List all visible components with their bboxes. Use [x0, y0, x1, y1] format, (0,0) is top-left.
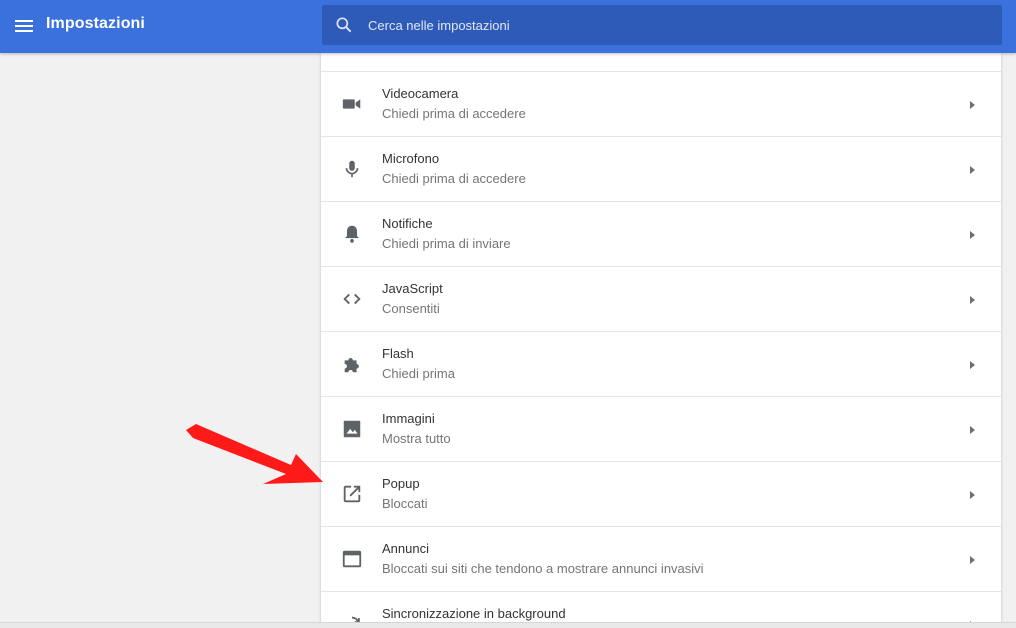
arrow-right-icon: [967, 98, 977, 110]
content-settings-card: Videocamera Chiedi prima di accedere Mic…: [321, 53, 1001, 627]
microphone-icon: [341, 158, 363, 180]
list-item-subtitle: Mostra tutto: [382, 431, 451, 446]
window-bottom-edge: [0, 622, 1016, 628]
open-in-new-icon: [341, 483, 363, 505]
list-item-microfono[interactable]: Microfono Chiedi prima di accedere: [321, 137, 1001, 202]
list-item-flash[interactable]: Flash Chiedi prima: [321, 332, 1001, 397]
window-icon: [341, 548, 363, 570]
search-icon[interactable]: [334, 15, 354, 35]
list-item-subtitle: Bloccati: [382, 496, 428, 511]
arrow-right-icon: [967, 163, 977, 175]
page-title: Impostazioni: [46, 15, 145, 32]
hamburger-menu-icon[interactable]: [12, 14, 36, 38]
list-item-annunci[interactable]: Annunci Bloccati sui siti che tendono a …: [321, 527, 1001, 592]
list-item-title: Popup: [382, 476, 420, 491]
search-input[interactable]: [368, 5, 988, 45]
arrow-right-icon: [967, 488, 977, 500]
arrow-right-icon: [967, 228, 977, 240]
videocam-icon: [341, 93, 363, 115]
list-item-subtitle: Consentiti: [382, 301, 440, 316]
list-item-title: Videocamera: [382, 86, 459, 101]
list-item-title: Microfono: [382, 151, 440, 166]
arrow-right-icon: [967, 423, 977, 435]
list-item-title: Sincronizzazione in background: [382, 606, 566, 621]
list-item-subtitle: Chiedi prima di accedere: [382, 106, 526, 121]
list-item-subtitle: Bloccati sui siti che tendono a mostrare…: [382, 561, 704, 576]
list-item-notifiche[interactable]: Notifiche Chiedi prima di inviare: [321, 202, 1001, 267]
list-item-subtitle: Chiedi prima: [382, 366, 455, 381]
arrow-right-icon: [967, 553, 977, 565]
partial-list-item: [321, 53, 1001, 72]
image-icon: [341, 418, 363, 440]
list-item-subtitle: Chiedi prima di accedere: [382, 171, 526, 186]
list-item-popup[interactable]: Popup Bloccati: [321, 462, 1001, 527]
arrow-right-icon: [967, 358, 977, 370]
puzzle-icon: [341, 353, 363, 375]
list-item-immagini[interactable]: Immagini Mostra tutto: [321, 397, 1001, 462]
list-item-title: Immagini: [382, 411, 435, 426]
arrow-right-icon: [967, 293, 977, 305]
code-icon: [341, 288, 363, 310]
top-toolbar: Impostazioni: [0, 0, 1016, 53]
list-item-title: Notifiche: [382, 216, 433, 231]
search-box[interactable]: [322, 5, 1002, 45]
list-item-title: Annunci: [382, 541, 429, 556]
list-item-title: JavaScript: [382, 281, 443, 296]
list-item-subtitle: Chiedi prima di inviare: [382, 236, 511, 251]
annotation-arrow-icon: [180, 420, 330, 490]
bell-icon: [341, 223, 363, 245]
list-item-title: Flash: [382, 346, 414, 361]
list-item-javascript[interactable]: JavaScript Consentiti: [321, 267, 1001, 332]
list-item-videocamera[interactable]: Videocamera Chiedi prima di accedere: [321, 72, 1001, 137]
